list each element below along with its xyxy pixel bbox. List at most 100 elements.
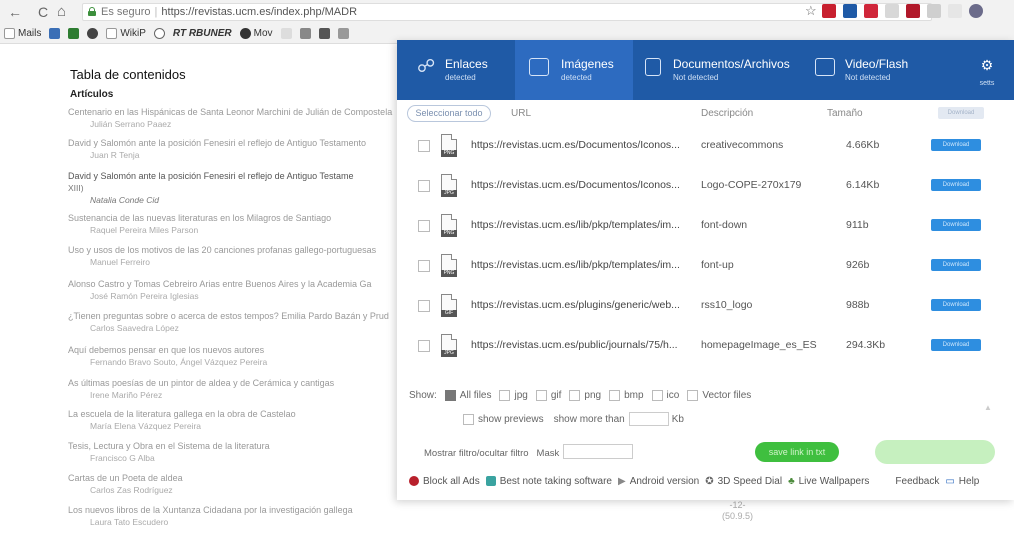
file-url[interactable]: https://revistas.ucm.es/Documentos/Icono… xyxy=(471,179,691,191)
tab-documentos[interactable]: Documentos/Archivos Not detected xyxy=(633,40,803,100)
article-entry[interactable]: ¿Tienen preguntas sobre o acerca de esto… xyxy=(68,311,398,333)
file-url[interactable]: https://revistas.ucm.es/lib/pkp/template… xyxy=(471,259,691,271)
file-url[interactable]: https://revistas.ucm.es/public/journals/… xyxy=(471,339,691,351)
filter-all-files-checkbox[interactable] xyxy=(444,389,456,401)
article-entry[interactable]: Aquí debemos pensar en que los nuevos au… xyxy=(68,345,398,367)
download-button[interactable]: Download xyxy=(931,299,981,311)
download-button[interactable]: Download xyxy=(931,259,981,271)
article-title[interactable]: Centenario en las Hispánicas de Santa Le… xyxy=(68,107,392,117)
bookmark-item[interactable] xyxy=(299,28,311,39)
article-entry[interactable]: Uso y usos de los motivos de las 20 canc… xyxy=(68,245,398,267)
article-entry[interactable]: Los nuevos libros de la Xuntanza Cidadan… xyxy=(68,505,398,527)
article-entry[interactable]: Alonso Castro y Tomas Cebreiro Arias ent… xyxy=(68,279,398,301)
extension-pale-icon[interactable] xyxy=(948,4,962,18)
bookmark-rtrbuner[interactable]: RT RBUNER xyxy=(173,28,232,39)
extension-red-icon[interactable] xyxy=(822,4,836,18)
article-title[interactable]: La escuela de la literatura gallega en l… xyxy=(68,409,296,419)
filter-vector-checkbox[interactable] xyxy=(687,389,699,401)
file-url[interactable]: https://revistas.ucm.es/plugins/generic/… xyxy=(471,299,691,311)
scroll-arrow-icon[interactable]: ▲ xyxy=(984,403,992,412)
reload-icon[interactable]: C xyxy=(38,3,48,21)
article-entry[interactable]: David y Salomón ante la posición Fenesir… xyxy=(68,138,398,160)
download-button[interactable]: Download xyxy=(931,139,981,151)
bookmark-item[interactable] xyxy=(49,28,61,39)
article-title[interactable]: Aquí debemos pensar en que los nuevos au… xyxy=(68,345,264,355)
extension-red2-icon[interactable] xyxy=(864,4,878,18)
article-title[interactable]: Alonso Castro y Tomas Cebreiro Arias ent… xyxy=(68,279,371,289)
download-button[interactable]: Download xyxy=(931,339,981,351)
block-ads-link[interactable]: Block all Ads xyxy=(409,476,480,487)
bookmark-wikip[interactable]: WikiP xyxy=(106,28,146,39)
android-version-link[interactable]: ▶ Android version xyxy=(618,476,699,487)
bookmark-item[interactable] xyxy=(318,28,330,39)
filter-bmp-checkbox[interactable] xyxy=(609,389,621,401)
extension-blue-icon[interactable] xyxy=(843,4,857,18)
download-selected-button[interactable]: Download xyxy=(938,107,984,119)
article-entry[interactable]: Sustenancia de las nuevas literaturas en… xyxy=(68,213,398,235)
bookmark-item[interactable] xyxy=(153,28,165,39)
article-entry[interactable]: David y Salomón ante la posición Fenesir… xyxy=(68,171,398,205)
filter-jpg-checkbox[interactable] xyxy=(499,389,511,401)
extension-darkred-icon[interactable] xyxy=(906,4,920,18)
article-entry[interactable]: As últimas poesías de un pintor de aldea… xyxy=(68,378,398,400)
row-checkbox[interactable] xyxy=(418,220,430,232)
article-title[interactable]: David y Salomón ante la posición Fenesir… xyxy=(68,171,354,181)
download-button[interactable]: Download xyxy=(931,179,981,191)
article-entry[interactable]: Cartas de un Poeta de aldea Carlos Zas Ro… xyxy=(68,473,398,495)
settings-button[interactable]: ⚙ setts xyxy=(972,58,1002,90)
row-checkbox[interactable] xyxy=(418,340,430,352)
article-title[interactable]: David y Salomón ante la posición Fenesir… xyxy=(68,138,366,148)
back-icon[interactable]: ← xyxy=(8,3,22,21)
bookmark-mails[interactable]: Mails xyxy=(4,28,41,39)
tab-imagenes[interactable]: Imágenes detected xyxy=(515,40,633,100)
feedback-link[interactable]: Feedback xyxy=(895,476,939,487)
file-url[interactable]: https://revistas.ucm.es/Documentos/Icono… xyxy=(471,139,691,151)
column-url[interactable]: URL xyxy=(511,108,531,119)
row-checkbox[interactable] xyxy=(418,180,430,192)
tab-video-flash[interactable]: Video/Flash Not detected xyxy=(803,40,953,100)
extension-light-icon[interactable] xyxy=(927,4,941,18)
bookmark-item[interactable] xyxy=(337,28,349,39)
mask-input[interactable] xyxy=(563,444,633,459)
row-checkbox[interactable] xyxy=(418,140,430,152)
row-checkbox[interactable] xyxy=(418,300,430,312)
file-url[interactable]: https://revistas.ucm.es/lib/pkp/template… xyxy=(471,219,691,231)
filter-png-checkbox[interactable] xyxy=(569,389,581,401)
bookmark-item[interactable] xyxy=(87,28,99,39)
toggle-filter-link[interactable]: Mostrar filtro/ocultar filtro Mask xyxy=(424,448,559,459)
article-title[interactable]: Tesis, Lectura y Obra en el Sistema de l… xyxy=(68,441,270,451)
bookmark-star-icon[interactable]: ☆ xyxy=(805,3,817,19)
bookmark-item[interactable] xyxy=(68,28,80,39)
bookmark-item[interactable] xyxy=(280,28,292,39)
row-checkbox[interactable] xyxy=(418,260,430,272)
column-description[interactable]: Descripción xyxy=(701,108,753,119)
live-wallpapers-link[interactable]: ♣ Live Wallpapers xyxy=(788,476,869,487)
show-label: Show: xyxy=(409,389,437,401)
tab-enlaces[interactable]: ☍ Enlaces detected xyxy=(397,40,515,100)
article-entry[interactable]: Centenario en las Hispánicas de Santa Le… xyxy=(68,107,398,129)
article-title[interactable]: Cartas de un Poeta de aldea xyxy=(68,473,183,483)
home-icon[interactable]: ⌂ xyxy=(57,3,66,21)
article-entry[interactable]: Tesis, Lectura y Obra en el Sistema de l… xyxy=(68,441,398,463)
bookmark-mov[interactable]: Mov xyxy=(239,28,273,39)
profile-icon[interactable] xyxy=(969,4,983,18)
article-entry[interactable]: La escuela de la literatura gallega en l… xyxy=(68,409,398,431)
extension-gray-icon[interactable] xyxy=(885,4,899,18)
min-size-input[interactable] xyxy=(628,412,669,426)
speed-dial-link[interactable]: ✪ 3D Speed Dial xyxy=(705,476,782,487)
column-size[interactable]: Tamaño xyxy=(827,108,863,119)
article-title[interactable]: As últimas poesías de un pintor de aldea… xyxy=(68,378,334,388)
article-title[interactable]: ¿Tienen preguntas sobre o acerca de esto… xyxy=(68,311,389,321)
save-link-button[interactable]: save link in txt xyxy=(755,442,839,462)
download-button[interactable]: Download xyxy=(931,219,981,231)
download-all-button[interactable] xyxy=(875,440,995,464)
article-title[interactable]: Los nuevos libros de la Xuntanza Cidadan… xyxy=(68,505,353,515)
note-software-link[interactable]: Best note taking software xyxy=(485,476,612,487)
show-previews-checkbox[interactable] xyxy=(463,413,474,425)
article-title[interactable]: Sustenancia de las nuevas literaturas en… xyxy=(68,213,331,223)
article-title[interactable]: Uso y usos de los motivos de las 20 canc… xyxy=(68,245,376,255)
filter-ico-checkbox[interactable] xyxy=(651,389,663,401)
select-all-button[interactable]: Seleccionar todo xyxy=(407,105,491,122)
help-link[interactable]: ▭ Help xyxy=(945,476,979,487)
filter-gif-checkbox[interactable] xyxy=(535,389,547,401)
